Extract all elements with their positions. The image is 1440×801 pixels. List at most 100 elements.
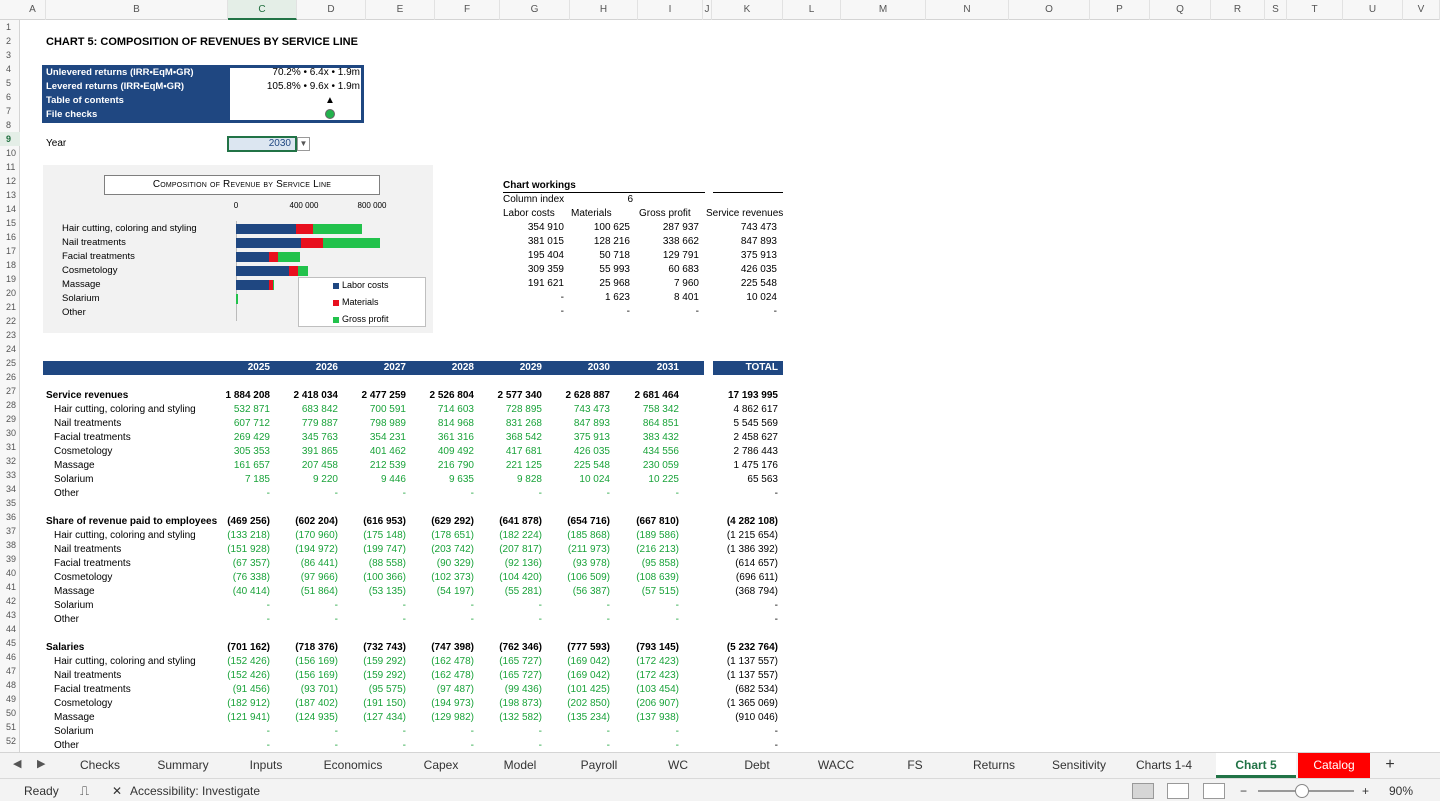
row-header-26[interactable]: 26 <box>0 370 20 384</box>
year-select-cell[interactable]: 2030 <box>227 136 297 152</box>
column-header-s[interactable]: S <box>1265 0 1287 20</box>
row-header-11[interactable]: 11 <box>0 160 20 174</box>
status-accessibility[interactable]: Accessibility: Investigate <box>130 783 260 799</box>
column-header-r[interactable]: R <box>1211 0 1265 20</box>
column-header-e[interactable]: E <box>366 0 435 20</box>
row-header-22[interactable]: 22 <box>0 314 20 328</box>
column-header-v[interactable]: V <box>1403 0 1440 20</box>
row-header-45[interactable]: 45 <box>0 636 20 650</box>
row-header-17[interactable]: 17 <box>0 244 20 258</box>
column-header-u[interactable]: U <box>1343 0 1403 20</box>
sheet-tab-returns[interactable]: Returns <box>954 753 1034 778</box>
sheet-tab-capex[interactable]: Capex <box>404 753 478 778</box>
row-header-1[interactable]: 1 <box>0 20 20 34</box>
toc-arrow-icon[interactable]: ▲ <box>325 94 335 108</box>
next-sheet-icon[interactable]: ▶ <box>37 757 45 770</box>
row-header-23[interactable]: 23 <box>0 328 20 342</box>
row-header-18[interactable]: 18 <box>0 258 20 272</box>
row-header-40[interactable]: 40 <box>0 566 20 580</box>
sheet-tab-catalog[interactable]: Catalog <box>1298 753 1370 778</box>
row-header-5[interactable]: 5 <box>0 76 20 90</box>
column-header-f[interactable]: F <box>435 0 500 20</box>
row-header-7[interactable]: 7 <box>0 104 20 118</box>
column-header-a[interactable]: A <box>20 0 46 20</box>
row-header-2[interactable]: 2 <box>0 34 20 48</box>
row-header-19[interactable]: 19 <box>0 272 20 286</box>
column-header-h[interactable]: H <box>570 0 638 20</box>
row-header-38[interactable]: 38 <box>0 538 20 552</box>
row-header-14[interactable]: 14 <box>0 202 20 216</box>
sheet-tab-sensitivity[interactable]: Sensitivity <box>1038 753 1120 778</box>
row-header-33[interactable]: 33 <box>0 468 20 482</box>
row-header-16[interactable]: 16 <box>0 230 20 244</box>
row-header-51[interactable]: 51 <box>0 720 20 734</box>
row-header-30[interactable]: 30 <box>0 426 20 440</box>
add-sheet-button[interactable]: + <box>1378 753 1402 778</box>
column-header-b[interactable]: B <box>46 0 228 20</box>
column-header-m[interactable]: M <box>841 0 926 20</box>
page-break-view-icon[interactable] <box>1203 783 1225 799</box>
page-layout-view-icon[interactable] <box>1167 783 1189 799</box>
row-header-20[interactable]: 20 <box>0 286 20 300</box>
column-header-k[interactable]: K <box>712 0 783 20</box>
prev-sheet-icon[interactable]: ◀ <box>13 757 21 770</box>
row-header-24[interactable]: 24 <box>0 342 20 356</box>
row-header-21[interactable]: 21 <box>0 300 20 314</box>
column-header-n[interactable]: N <box>926 0 1009 20</box>
row-header-32[interactable]: 32 <box>0 454 20 468</box>
column-header-q[interactable]: Q <box>1150 0 1211 20</box>
row-header-25[interactable]: 25 <box>0 356 20 370</box>
row-header-29[interactable]: 29 <box>0 412 20 426</box>
sheet-tab-chart-5[interactable]: Chart 5 <box>1216 753 1296 778</box>
info-label-toc[interactable]: Table of contents <box>46 94 124 108</box>
zoom-in-button[interactable]: + <box>1362 783 1369 799</box>
row-header-48[interactable]: 48 <box>0 678 20 692</box>
zoom-level[interactable]: 90% <box>1389 783 1413 799</box>
row-header-50[interactable]: 50 <box>0 706 20 720</box>
row-header-35[interactable]: 35 <box>0 496 20 510</box>
row-header-47[interactable]: 47 <box>0 664 20 678</box>
sheet-tab-model[interactable]: Model <box>484 753 556 778</box>
row-header-42[interactable]: 42 <box>0 594 20 608</box>
sheet-tab-fs[interactable]: FS <box>876 753 954 778</box>
row-header-44[interactable]: 44 <box>0 622 20 636</box>
row-header-36[interactable]: 36 <box>0 510 20 524</box>
row-header-4[interactable]: 4 <box>0 62 20 76</box>
accessibility-icon[interactable]: ✕ <box>112 783 122 799</box>
year-dropdown-icon[interactable]: ▼ <box>297 137 310 151</box>
sheet-tab-summary[interactable]: Summary <box>147 753 219 778</box>
sheet-tab-economics[interactable]: Economics <box>312 753 394 778</box>
column-header-o[interactable]: O <box>1009 0 1090 20</box>
row-header-46[interactable]: 46 <box>0 650 20 664</box>
row-header-31[interactable]: 31 <box>0 440 20 454</box>
row-header-43[interactable]: 43 <box>0 608 20 622</box>
row-header-3[interactable]: 3 <box>0 48 20 62</box>
row-header-34[interactable]: 34 <box>0 482 20 496</box>
row-header-27[interactable]: 27 <box>0 384 20 398</box>
sheet-tab-payroll[interactable]: Payroll <box>562 753 636 778</box>
normal-view-icon[interactable] <box>1132 783 1154 799</box>
row-header-28[interactable]: 28 <box>0 398 20 412</box>
column-header-d[interactable]: D <box>297 0 366 20</box>
row-header-52[interactable]: 52 <box>0 734 20 748</box>
row-header-8[interactable]: 8 <box>0 118 20 132</box>
revenue-composition-chart[interactable]: Composition of Revenue by Service Line 0… <box>43 165 433 333</box>
column-header-i[interactable]: I <box>638 0 703 20</box>
zoom-slider-handle[interactable] <box>1295 784 1309 798</box>
sheet-tab-charts-1-4[interactable]: Charts 1-4 <box>1124 753 1204 778</box>
macro-record-icon[interactable]: ⎍ <box>80 783 89 799</box>
column-header-j[interactable]: J <box>703 0 712 20</box>
column-header-c[interactable]: C <box>228 0 297 20</box>
sheet-tab-inputs[interactable]: Inputs <box>228 753 304 778</box>
row-header-37[interactable]: 37 <box>0 524 20 538</box>
sheet-tab-checks[interactable]: Checks <box>60 753 140 778</box>
column-header-g[interactable]: G <box>500 0 570 20</box>
row-header-6[interactable]: 6 <box>0 90 20 104</box>
column-header-l[interactable]: L <box>783 0 841 20</box>
row-header-15[interactable]: 15 <box>0 216 20 230</box>
zoom-out-button[interactable]: − <box>1240 783 1247 799</box>
worksheet-grid[interactable]: CHART 5: COMPOSITION OF REVENUES BY SERV… <box>20 20 1440 752</box>
row-header-10[interactable]: 10 <box>0 146 20 160</box>
column-header-t[interactable]: T <box>1287 0 1343 20</box>
sheet-tab-wacc[interactable]: WACC <box>797 753 875 778</box>
